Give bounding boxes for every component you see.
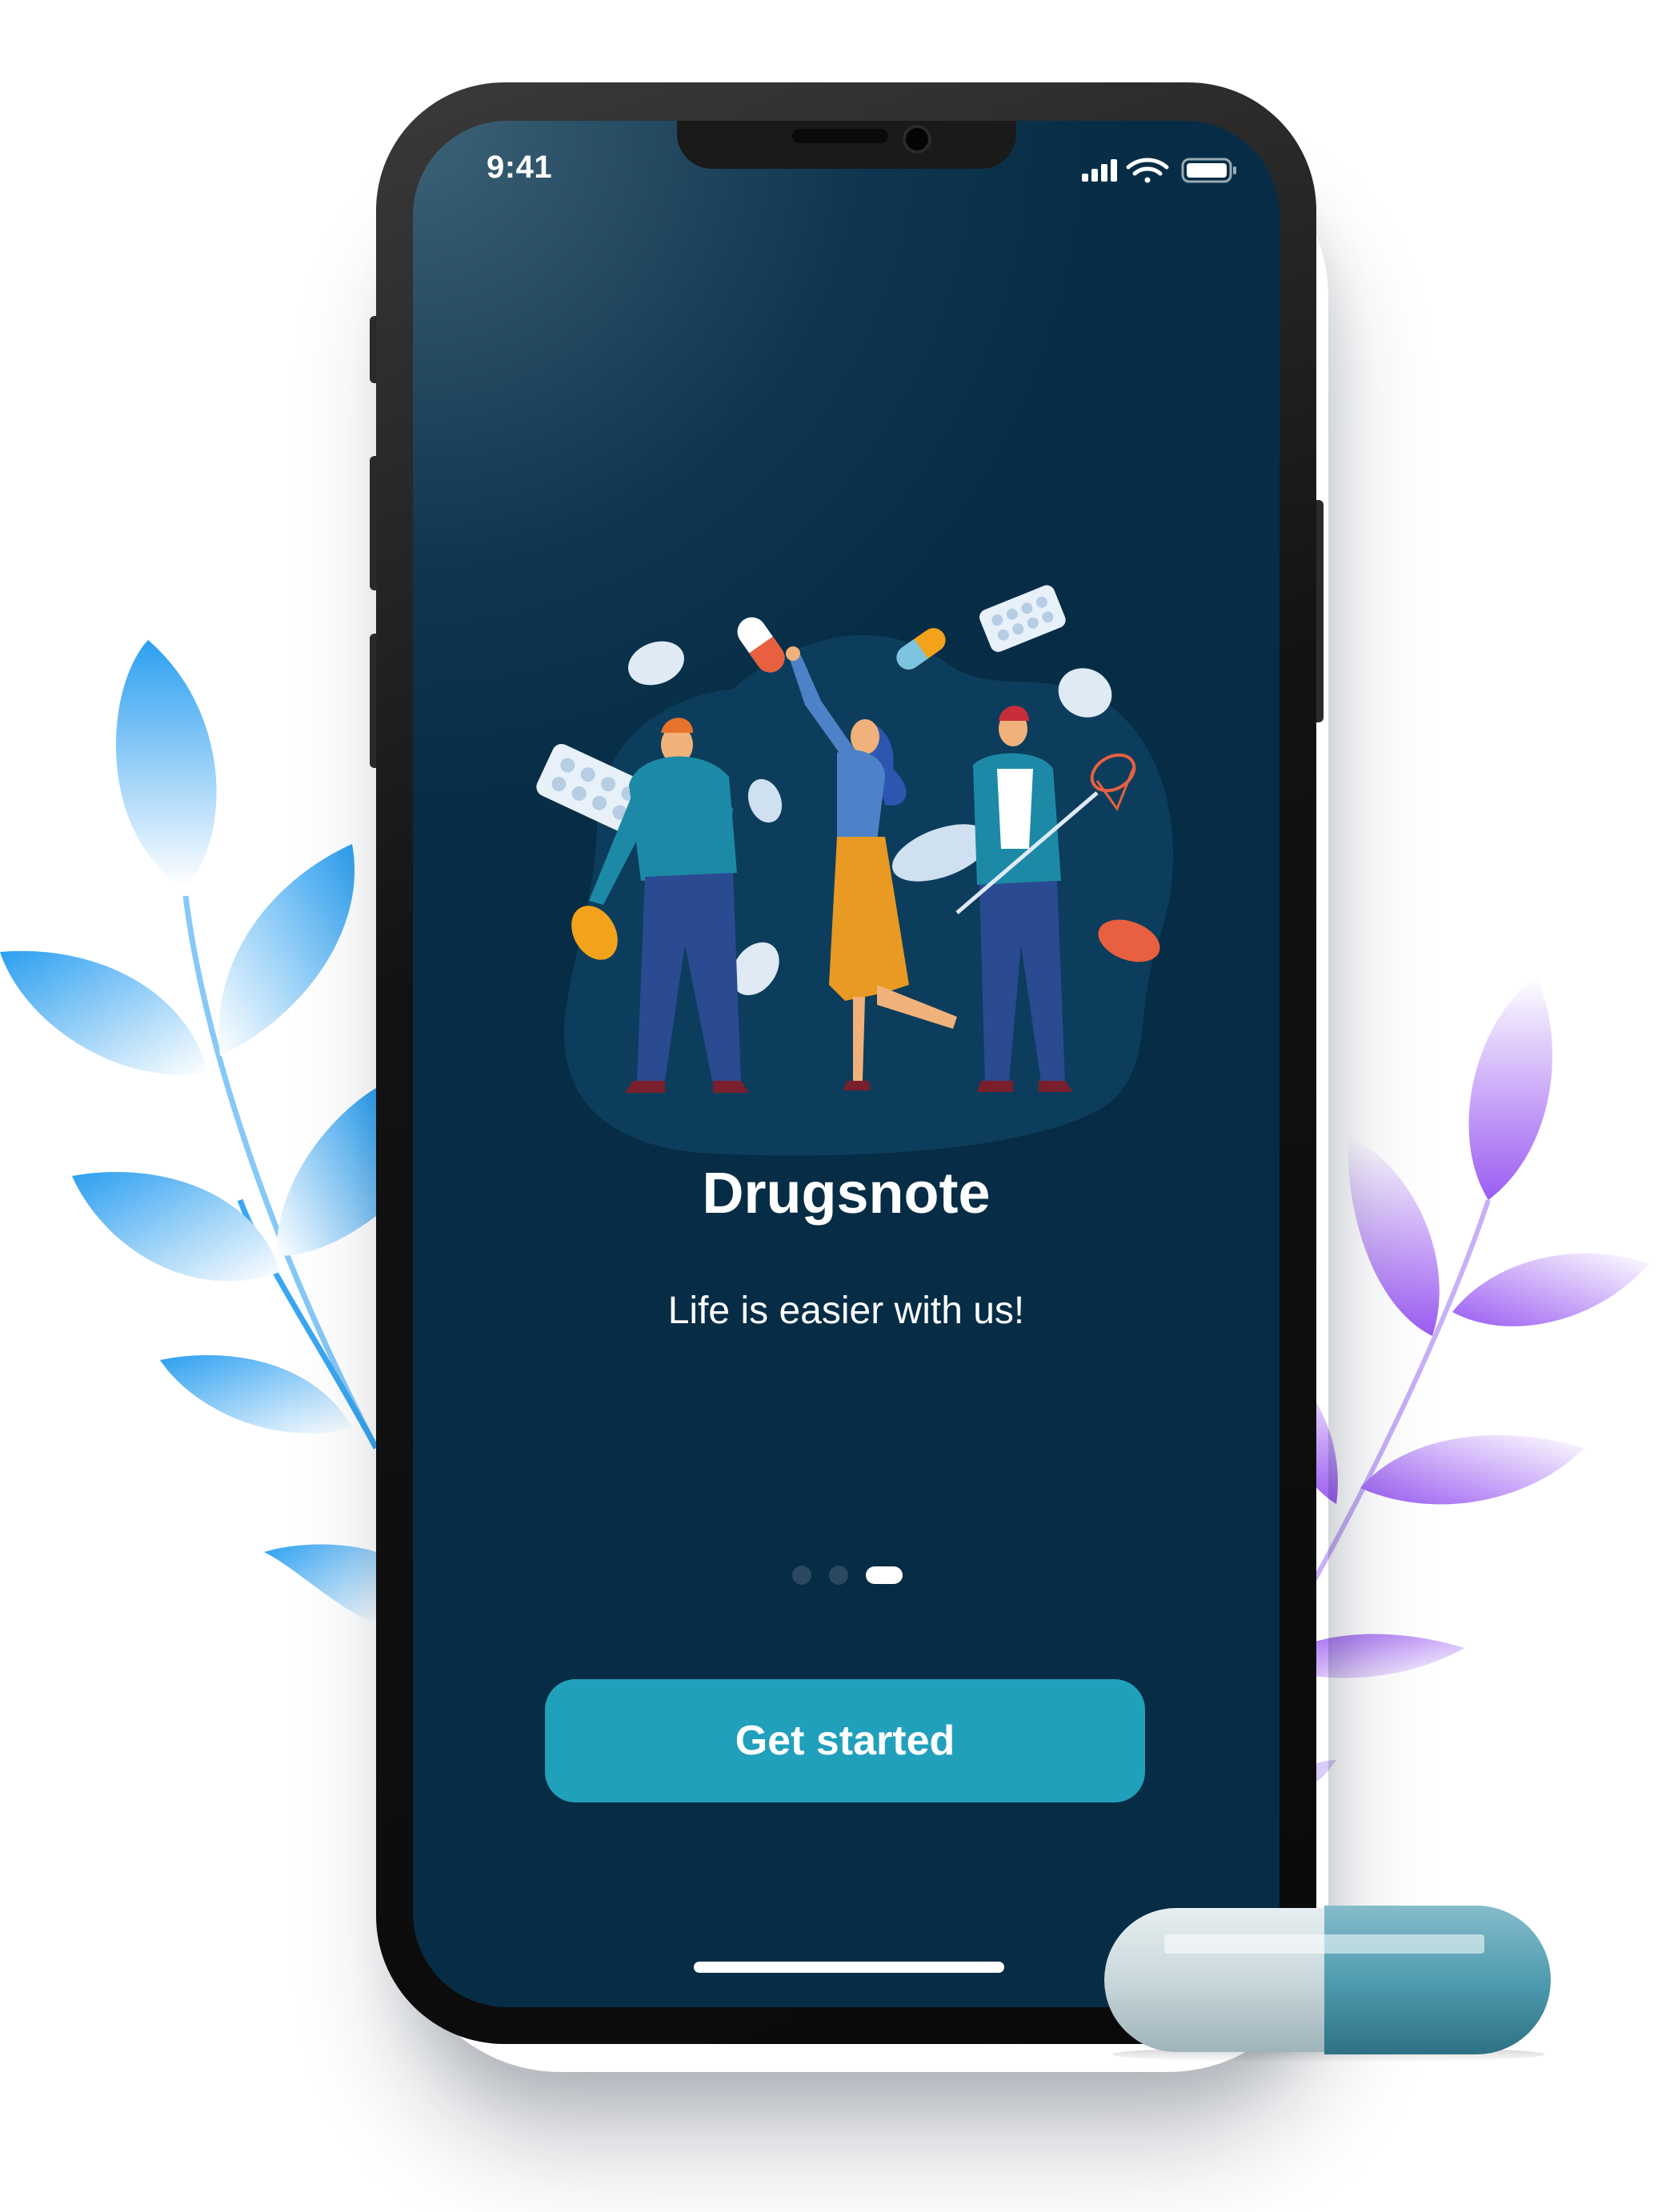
app-tagline: Life is easier with us! — [667, 1290, 1025, 1332]
page-indicator — [792, 1565, 903, 1586]
status-bar-icons — [1082, 158, 1236, 183]
people-catching-pills-illustration — [536, 585, 1173, 1156]
page-indicator-dot-3-active[interactable] — [866, 1566, 903, 1584]
wifi-icon — [1126, 158, 1169, 183]
phone-notch — [677, 121, 1016, 169]
get-started-button[interactable]: Get started — [545, 1679, 1145, 1802]
phone-screen: 9:41 Drugsnote Life is easier with us! G… — [413, 121, 1280, 2007]
app-title: Drugsnote — [702, 1162, 991, 1226]
status-bar-time: 9:41 — [487, 150, 553, 185]
earpiece-speaker — [792, 129, 888, 143]
home-indicator[interactable] — [694, 1962, 1004, 1973]
cellular-signal-icon — [1082, 159, 1117, 182]
front-camera — [903, 125, 931, 154]
page-indicator-dot-1[interactable] — [792, 1566, 811, 1585]
page-indicator-dot-2[interactable] — [829, 1566, 848, 1585]
battery-icon — [1181, 158, 1236, 183]
